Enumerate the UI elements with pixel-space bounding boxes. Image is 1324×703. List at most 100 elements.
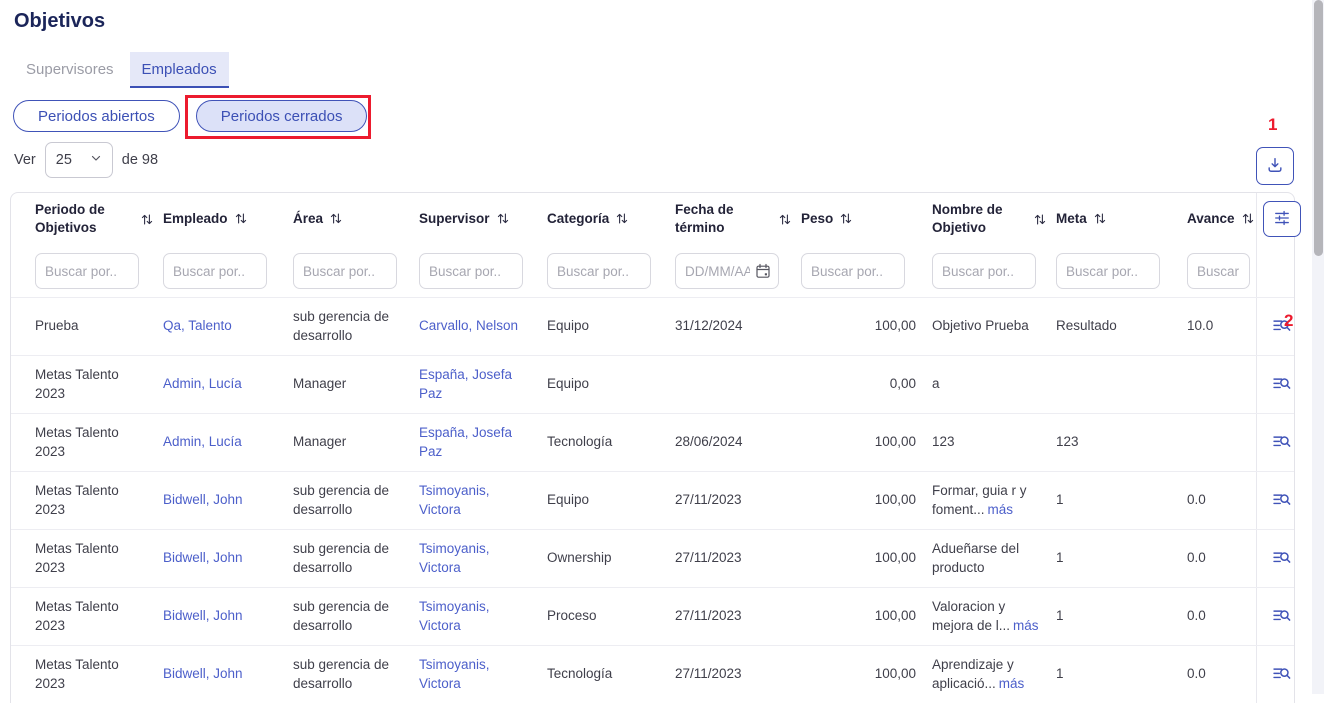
row-detail-button[interactable] <box>1267 543 1296 575</box>
empleado-link[interactable]: Bidwell, John <box>163 608 243 623</box>
column-header-meta[interactable]: Meta <box>1056 210 1187 228</box>
empleado-link[interactable]: Bidwell, John <box>163 492 243 507</box>
row-actions-column <box>1256 588 1306 645</box>
cell-periodo: Metas Talento 2023 <box>35 424 163 460</box>
empleado-link[interactable]: Admin, Lucía <box>163 434 242 449</box>
cell-empleado: Bidwell, John <box>163 491 293 509</box>
supervisor-link[interactable]: Tsimoyanis, Victora <box>419 657 490 690</box>
column-settings-button[interactable] <box>1263 201 1301 237</box>
filter-input-nombre-de-objetivo[interactable] <box>933 254 1035 288</box>
column-label: Supervisor <box>419 210 490 228</box>
filter-input-empleado[interactable] <box>164 254 266 288</box>
mas-link[interactable]: más <box>988 502 1014 517</box>
row-detail-button[interactable] <box>1267 369 1296 401</box>
table-row: Metas Talento 2023Bidwell, Johnsub geren… <box>11 471 1294 529</box>
filter-input-supervisor[interactable] <box>420 254 522 288</box>
row-detail-button[interactable] <box>1267 659 1296 691</box>
column-header-supervisor[interactable]: Supervisor <box>419 210 547 228</box>
filter-input-avance[interactable] <box>1188 254 1249 288</box>
cell-meta: 1 <box>1056 665 1187 683</box>
sort-arrows-icon[interactable] <box>1094 212 1106 225</box>
cell-avance: 0.0 <box>1187 549 1256 567</box>
cell-area: sub gerencia de desarrollo <box>293 540 419 576</box>
cell-supervisor: Tsimoyanis, Victora <box>419 540 547 576</box>
row-detail-button[interactable] <box>1267 427 1296 459</box>
row-actions-column <box>1256 530 1306 587</box>
supervisor-link[interactable]: España, Josefa Paz <box>419 367 512 400</box>
cell-supervisor: Tsimoyanis, Victora <box>419 656 547 692</box>
filter-input-categoria[interactable] <box>548 254 650 288</box>
period-filter-periodos-abiertos[interactable]: Periodos abiertos <box>13 100 180 132</box>
column-header-empleado[interactable]: Empleado <box>163 210 293 228</box>
sort-arrows-icon[interactable] <box>235 212 247 225</box>
header-actions-column <box>1256 193 1306 245</box>
column-header-fecha-de-termino[interactable]: Fecha de término <box>675 201 801 236</box>
cell-supervisor: España, Josefa Paz <box>419 366 547 402</box>
sort-arrows-icon[interactable] <box>141 213 153 226</box>
column-header-nombre-de-objetivo[interactable]: Nombre de Objetivo <box>932 201 1056 236</box>
filter-input-peso[interactable] <box>802 254 904 288</box>
table-row: Metas Talento 2023Admin, LucíaManagerEsp… <box>11 355 1294 413</box>
row-actions-column <box>1256 414 1306 471</box>
period-filter-group: Periodos abiertos Periodos cerrados <box>13 100 367 132</box>
filter-input-meta[interactable] <box>1057 254 1159 288</box>
page-size-label: Ver <box>14 152 36 168</box>
row-actions-column <box>1256 646 1306 703</box>
supervisor-link[interactable]: Carvallo, Nelson <box>419 318 518 333</box>
sort-arrows-icon[interactable] <box>779 213 791 226</box>
sort-arrows-icon[interactable] <box>1242 212 1254 225</box>
column-label: Categoría <box>547 210 609 228</box>
cell-nombre: a <box>932 375 1056 393</box>
column-header-area[interactable]: Área <box>293 210 419 228</box>
row-actions-column <box>1256 298 1306 355</box>
column-label: Periodo de Objetivos <box>35 201 134 236</box>
mas-link[interactable]: más <box>999 676 1025 691</box>
supervisor-link[interactable]: Tsimoyanis, Victora <box>419 483 490 516</box>
column-header-periodo-de-objetivos[interactable]: Periodo de Objetivos <box>35 201 163 236</box>
empleado-link[interactable]: Admin, Lucía <box>163 376 242 391</box>
mas-link[interactable]: más <box>1013 618 1039 633</box>
objective-name-text: 123 <box>932 434 955 449</box>
supervisor-link[interactable]: Tsimoyanis, Victora <box>419 541 490 574</box>
cell-meta: Resultado <box>1056 317 1187 335</box>
chevron-down-icon <box>90 152 102 168</box>
page-size-select[interactable]: 25 <box>45 142 113 178</box>
filter-input-periodo-de-objetivos[interactable] <box>36 254 138 288</box>
column-header-categoria[interactable]: Categoría <box>547 210 675 228</box>
tab-empleados[interactable]: Empleados <box>130 52 229 88</box>
cell-avance: 0.0 <box>1187 665 1256 683</box>
filter-cell <box>163 253 293 289</box>
cell-empleado: Admin, Lucía <box>163 375 293 393</box>
tab-supervisores[interactable]: Supervisores <box>14 52 126 88</box>
cell-fecha: 27/11/2023 <box>675 665 801 683</box>
download-button[interactable] <box>1256 147 1294 185</box>
page-size-control: Ver 25 de 98 <box>14 142 158 178</box>
row-detail-button[interactable] <box>1267 601 1296 633</box>
row-detail-button[interactable] <box>1267 485 1296 517</box>
empleado-link[interactable]: Qa, Talento <box>163 318 232 333</box>
sort-arrows-icon[interactable] <box>1034 213 1046 226</box>
column-header-peso[interactable]: Peso <box>801 210 932 228</box>
cell-periodo: Metas Talento 2023 <box>35 482 163 518</box>
supervisor-link[interactable]: Tsimoyanis, Victora <box>419 599 490 632</box>
scrollbar-thumb[interactable] <box>1314 0 1323 256</box>
scrollbar[interactable] <box>1312 0 1324 694</box>
sort-arrows-icon[interactable] <box>840 212 852 225</box>
cell-area: Manager <box>293 375 419 393</box>
filter-input-area[interactable] <box>294 254 396 288</box>
cell-fecha: 27/11/2023 <box>675 491 801 509</box>
sort-arrows-icon[interactable] <box>616 212 628 225</box>
period-filter-periodos-cerrados[interactable]: Periodos cerrados <box>196 100 368 132</box>
column-header-avance[interactable]: Avance <box>1187 210 1256 228</box>
cell-empleado: Admin, Lucía <box>163 433 293 451</box>
calendar-icon[interactable] <box>755 263 771 279</box>
cell-categoria: Ownership <box>547 549 675 567</box>
table-header-row: Periodo de Objetivos EmpleadoÁreaSupervis… <box>11 193 1294 245</box>
sort-arrows-icon[interactable] <box>497 212 509 225</box>
sort-arrows-icon[interactable] <box>330 212 342 225</box>
empleado-link[interactable]: Bidwell, John <box>163 666 243 681</box>
list-search-icon <box>1271 373 1292 397</box>
supervisor-link[interactable]: España, Josefa Paz <box>419 425 512 458</box>
objectives-table: Periodo de Objetivos EmpleadoÁreaSupervis… <box>10 192 1295 703</box>
empleado-link[interactable]: Bidwell, John <box>163 550 243 565</box>
